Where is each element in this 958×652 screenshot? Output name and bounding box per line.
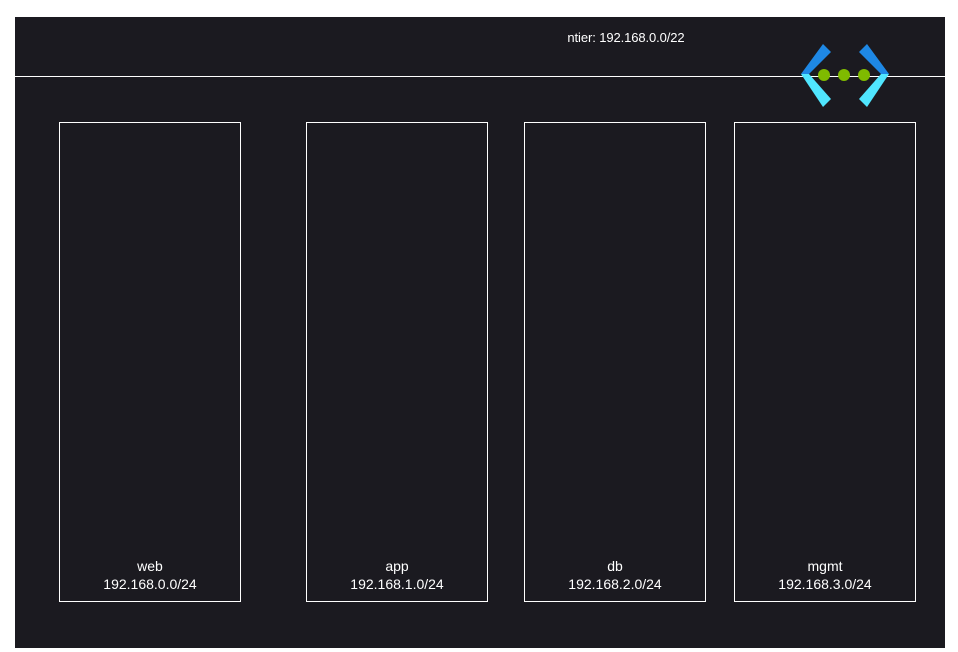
subnet-name: web — [137, 558, 163, 574]
diagram-canvas: ntier: 192.168.0.0/22 web 192.168.0.0/24… — [0, 0, 958, 652]
vnet-title-text: ntier: 192.168.0.0/22 — [567, 30, 685, 45]
subnet-web: web 192.168.0.0/24 — [59, 122, 241, 602]
subnet-label: db 192.168.2.0/24 — [525, 557, 705, 593]
subnet-cidr: 192.168.3.0/24 — [778, 576, 872, 592]
subnet-label: app 192.168.1.0/24 — [307, 557, 487, 593]
subnet-app: app 192.168.1.0/24 — [306, 122, 488, 602]
subnet-name: app — [385, 558, 409, 574]
subnet-name: db — [607, 558, 623, 574]
subnet-label: web 192.168.0.0/24 — [60, 557, 240, 593]
subnet-cidr: 192.168.2.0/24 — [568, 576, 662, 592]
subnet-name: mgmt — [807, 558, 843, 574]
subnet-cidr: 192.168.0.0/24 — [103, 576, 197, 592]
virtual-network-icon — [801, 44, 889, 107]
subnet-db: db 192.168.2.0/24 — [524, 122, 706, 602]
vnet-title: ntier: 192.168.0.0/22 — [15, 30, 945, 45]
subnet-label: mgmt 192.168.3.0/24 — [735, 557, 915, 593]
subnet-mgmt: mgmt 192.168.3.0/24 — [734, 122, 916, 602]
vnet-container: ntier: 192.168.0.0/22 web 192.168.0.0/24… — [15, 17, 945, 648]
subnet-cidr: 192.168.1.0/24 — [350, 576, 444, 592]
